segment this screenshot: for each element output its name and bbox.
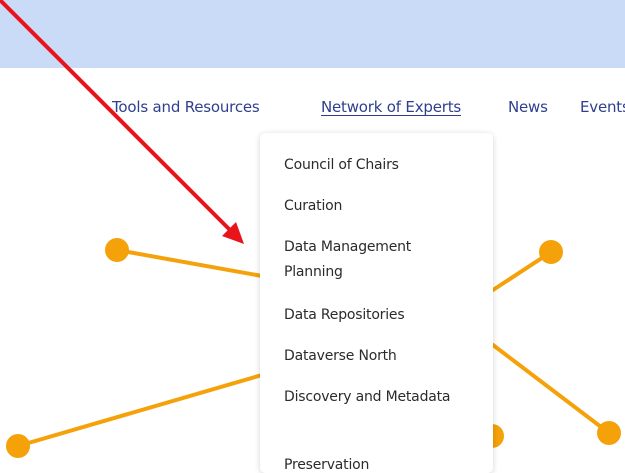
- network-node: [105, 238, 129, 262]
- dropdown-item-dataverse-north[interactable]: Dataverse North: [284, 344, 474, 369]
- dropdown-item-preservation[interactable]: Preservation: [284, 453, 474, 473]
- dropdown-item-data-management-planning[interactable]: Data Management Planning: [284, 235, 474, 285]
- network-line: [16, 373, 264, 448]
- network-of-experts-dropdown: Council of Chairs Curation Data Manageme…: [260, 133, 493, 473]
- network-node: [6, 434, 30, 458]
- dropdown-item-curation[interactable]: Curation: [284, 194, 474, 219]
- network-node: [539, 240, 563, 264]
- dropdown-item-discovery-and-metadata[interactable]: Discovery and Metadata: [284, 385, 474, 410]
- network-line: [115, 248, 264, 278]
- dropdown-item-data-repositories[interactable]: Data Repositories: [284, 303, 474, 328]
- dropdown-item-council-of-chairs[interactable]: Council of Chairs: [284, 153, 474, 178]
- network-line: [491, 343, 611, 435]
- network-node: [597, 421, 621, 445]
